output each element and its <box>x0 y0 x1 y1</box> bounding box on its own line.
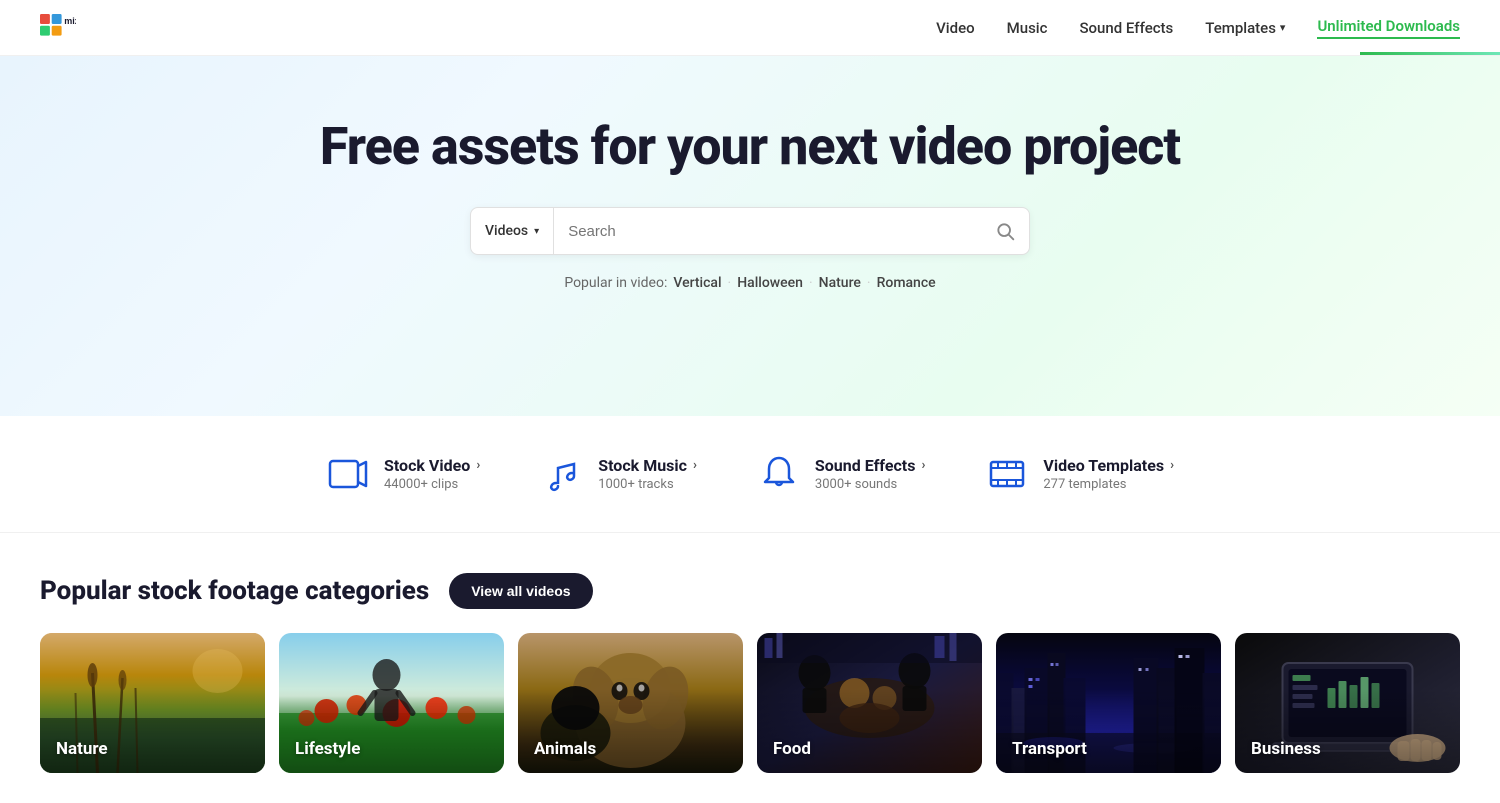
navbar: mixkit Video Music Sound Effects Templat… <box>0 0 1500 56</box>
category-label-transport: Transport <box>1012 739 1087 759</box>
category-label-lifestyle: Lifestyle <box>295 739 361 759</box>
search-icon <box>995 221 1015 241</box>
category-card-nature[interactable]: Nature <box>40 633 265 773</box>
tag-romance[interactable]: Romance <box>877 275 936 291</box>
nav-sound-effects[interactable]: Sound Effects <box>1079 19 1173 37</box>
svg-text:mixkit: mixkit <box>64 15 76 25</box>
tag-halloween[interactable]: Halloween <box>737 275 803 291</box>
chevron-right-icon: › <box>476 458 480 473</box>
music-icon <box>540 452 584 496</box>
category-card-animals[interactable]: Animals <box>518 633 743 773</box>
category-card-business[interactable]: Business <box>1235 633 1460 773</box>
category-card-food[interactable]: Food <box>757 633 982 773</box>
nav-music[interactable]: Music <box>1007 19 1048 37</box>
tag-nature[interactable]: Nature <box>819 275 861 291</box>
chevron-right-icon: › <box>1170 458 1174 473</box>
search-input[interactable] <box>554 208 981 254</box>
hero-section: Free assets for your next video project … <box>0 56 1500 416</box>
category-label-food: Food <box>773 739 811 759</box>
category-label-animals: Animals <box>534 739 596 759</box>
navbar-links: Video Music Sound Effects Templates ▾ Un… <box>936 17 1460 39</box>
video-icon <box>326 452 370 496</box>
chevron-right-icon: › <box>921 458 925 473</box>
category-card-lifestyle[interactable]: Lifestyle <box>279 633 504 773</box>
dropdown-chevron-icon: ▾ <box>534 226 539 237</box>
search-type-dropdown[interactable]: Videos ▾ <box>471 208 554 254</box>
features-row: Stock Video › 44000+ clips Stock Music ›… <box>0 416 1500 533</box>
category-card-transport[interactable]: Transport <box>996 633 1221 773</box>
feature-sound-effects[interactable]: Sound Effects › 3000+ sounds <box>757 452 925 496</box>
bell-icon <box>757 452 801 496</box>
nav-templates[interactable]: Templates ▾ <box>1205 19 1285 37</box>
category-label-nature: Nature <box>56 739 108 759</box>
categories-title: Popular stock footage categories <box>40 576 429 606</box>
categories-header: Popular stock footage categories View al… <box>40 573 1460 609</box>
categories-section: Popular stock footage categories View al… <box>0 533 1500 803</box>
top-bar-accent <box>1360 52 1500 55</box>
logo[interactable]: mixkit <box>40 14 76 42</box>
hero-headline: Free assets for your next video project <box>40 116 1460 177</box>
feature-video-templates[interactable]: Video Templates › 277 templates <box>985 452 1174 496</box>
film-icon <box>985 452 1029 496</box>
logo-icon: mixkit <box>40 14 76 42</box>
nav-video[interactable]: Video <box>936 19 975 37</box>
view-all-button[interactable]: View all videos <box>449 573 592 609</box>
feature-stock-music[interactable]: Stock Music › 1000+ tracks <box>540 452 697 496</box>
nav-unlimited-downloads[interactable]: Unlimited Downloads <box>1317 17 1460 39</box>
feature-stock-video[interactable]: Stock Video › 44000+ clips <box>326 452 480 496</box>
chevron-down-icon: ▾ <box>1280 21 1286 34</box>
chevron-right-icon: › <box>693 458 697 473</box>
categories-grid: Nature <box>40 633 1460 773</box>
search-button[interactable] <box>981 208 1029 254</box>
search-bar: Videos ▾ <box>470 207 1030 255</box>
popular-tags: Popular in video: Vertical · Halloween ·… <box>40 275 1460 291</box>
tag-vertical[interactable]: Vertical <box>673 275 721 291</box>
category-label-business: Business <box>1251 739 1321 759</box>
